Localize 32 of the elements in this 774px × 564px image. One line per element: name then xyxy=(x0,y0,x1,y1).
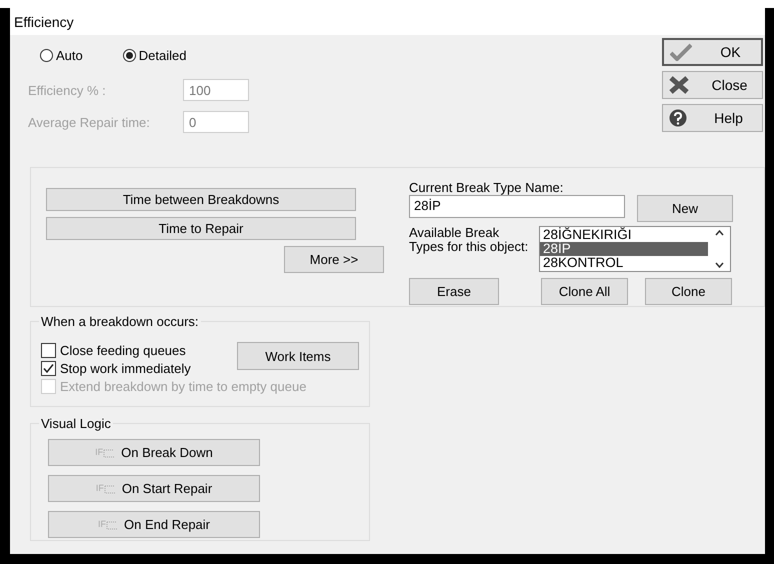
work-items-button[interactable]: Work Items xyxy=(237,342,359,370)
scroll-up-icon xyxy=(714,230,724,236)
help-icon xyxy=(669,109,687,127)
list-label: Available Break Types for this object: xyxy=(409,226,529,256)
action-button[interactable]: Clone xyxy=(645,278,732,305)
ok-button[interactable]: OK xyxy=(662,38,763,66)
close-icon xyxy=(669,76,689,94)
list-item[interactable]: 28KONTROL xyxy=(540,256,708,270)
group-title: When a breakdown occurs: xyxy=(39,314,201,329)
mode-radio[interactable]: Detailed xyxy=(122,48,186,63)
action-button[interactable]: Erase xyxy=(409,278,499,305)
settings-button[interactable]: Time between Breakdowns xyxy=(46,188,356,211)
new-button[interactable]: New xyxy=(637,195,733,222)
help-button[interactable]: Help xyxy=(662,104,763,132)
option-checkbox[interactable]: Stop work immediately xyxy=(41,361,191,376)
option-checkbox[interactable]: Close feeding queues xyxy=(41,343,186,358)
close-button[interactable]: Close xyxy=(662,71,763,99)
list-item[interactable]: 28İĞNEKIRIĞI xyxy=(540,228,708,242)
break-type-list[interactable]: 28İĞNEKIRIĞI 28İP 28KONTROL xyxy=(539,226,731,272)
more-button[interactable]: More >> xyxy=(284,246,384,273)
window-title: Efficiency xyxy=(14,14,74,30)
group-title: Visual Logic xyxy=(39,416,113,431)
action-button[interactable]: Clone All xyxy=(541,278,628,305)
checkmark-icon xyxy=(670,43,692,61)
name-field[interactable]: 28İP xyxy=(409,195,625,218)
scroll-down-icon xyxy=(714,262,724,268)
field-label: Average Repair time: xyxy=(28,114,151,130)
settings-button[interactable]: Time to Repair xyxy=(46,217,356,240)
mode-radio[interactable]: Auto xyxy=(40,48,83,63)
field-label: Current Break Type Name: xyxy=(409,180,564,195)
list-item[interactable]: 28İP xyxy=(540,242,708,256)
field-label: Efficiency % : xyxy=(28,82,107,98)
